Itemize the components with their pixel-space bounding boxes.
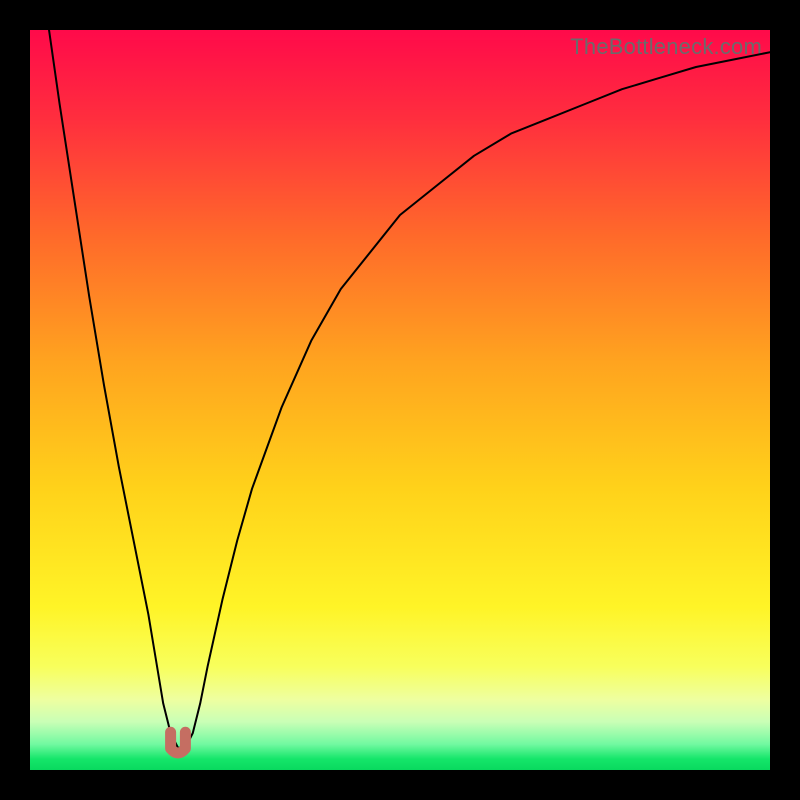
plot-area: TheBottleneck.com <box>30 30 770 770</box>
bottleneck-curve <box>30 30 770 748</box>
min-marker <box>171 732 186 753</box>
curve-layer <box>30 30 770 770</box>
chart-frame: TheBottleneck.com <box>0 0 800 800</box>
